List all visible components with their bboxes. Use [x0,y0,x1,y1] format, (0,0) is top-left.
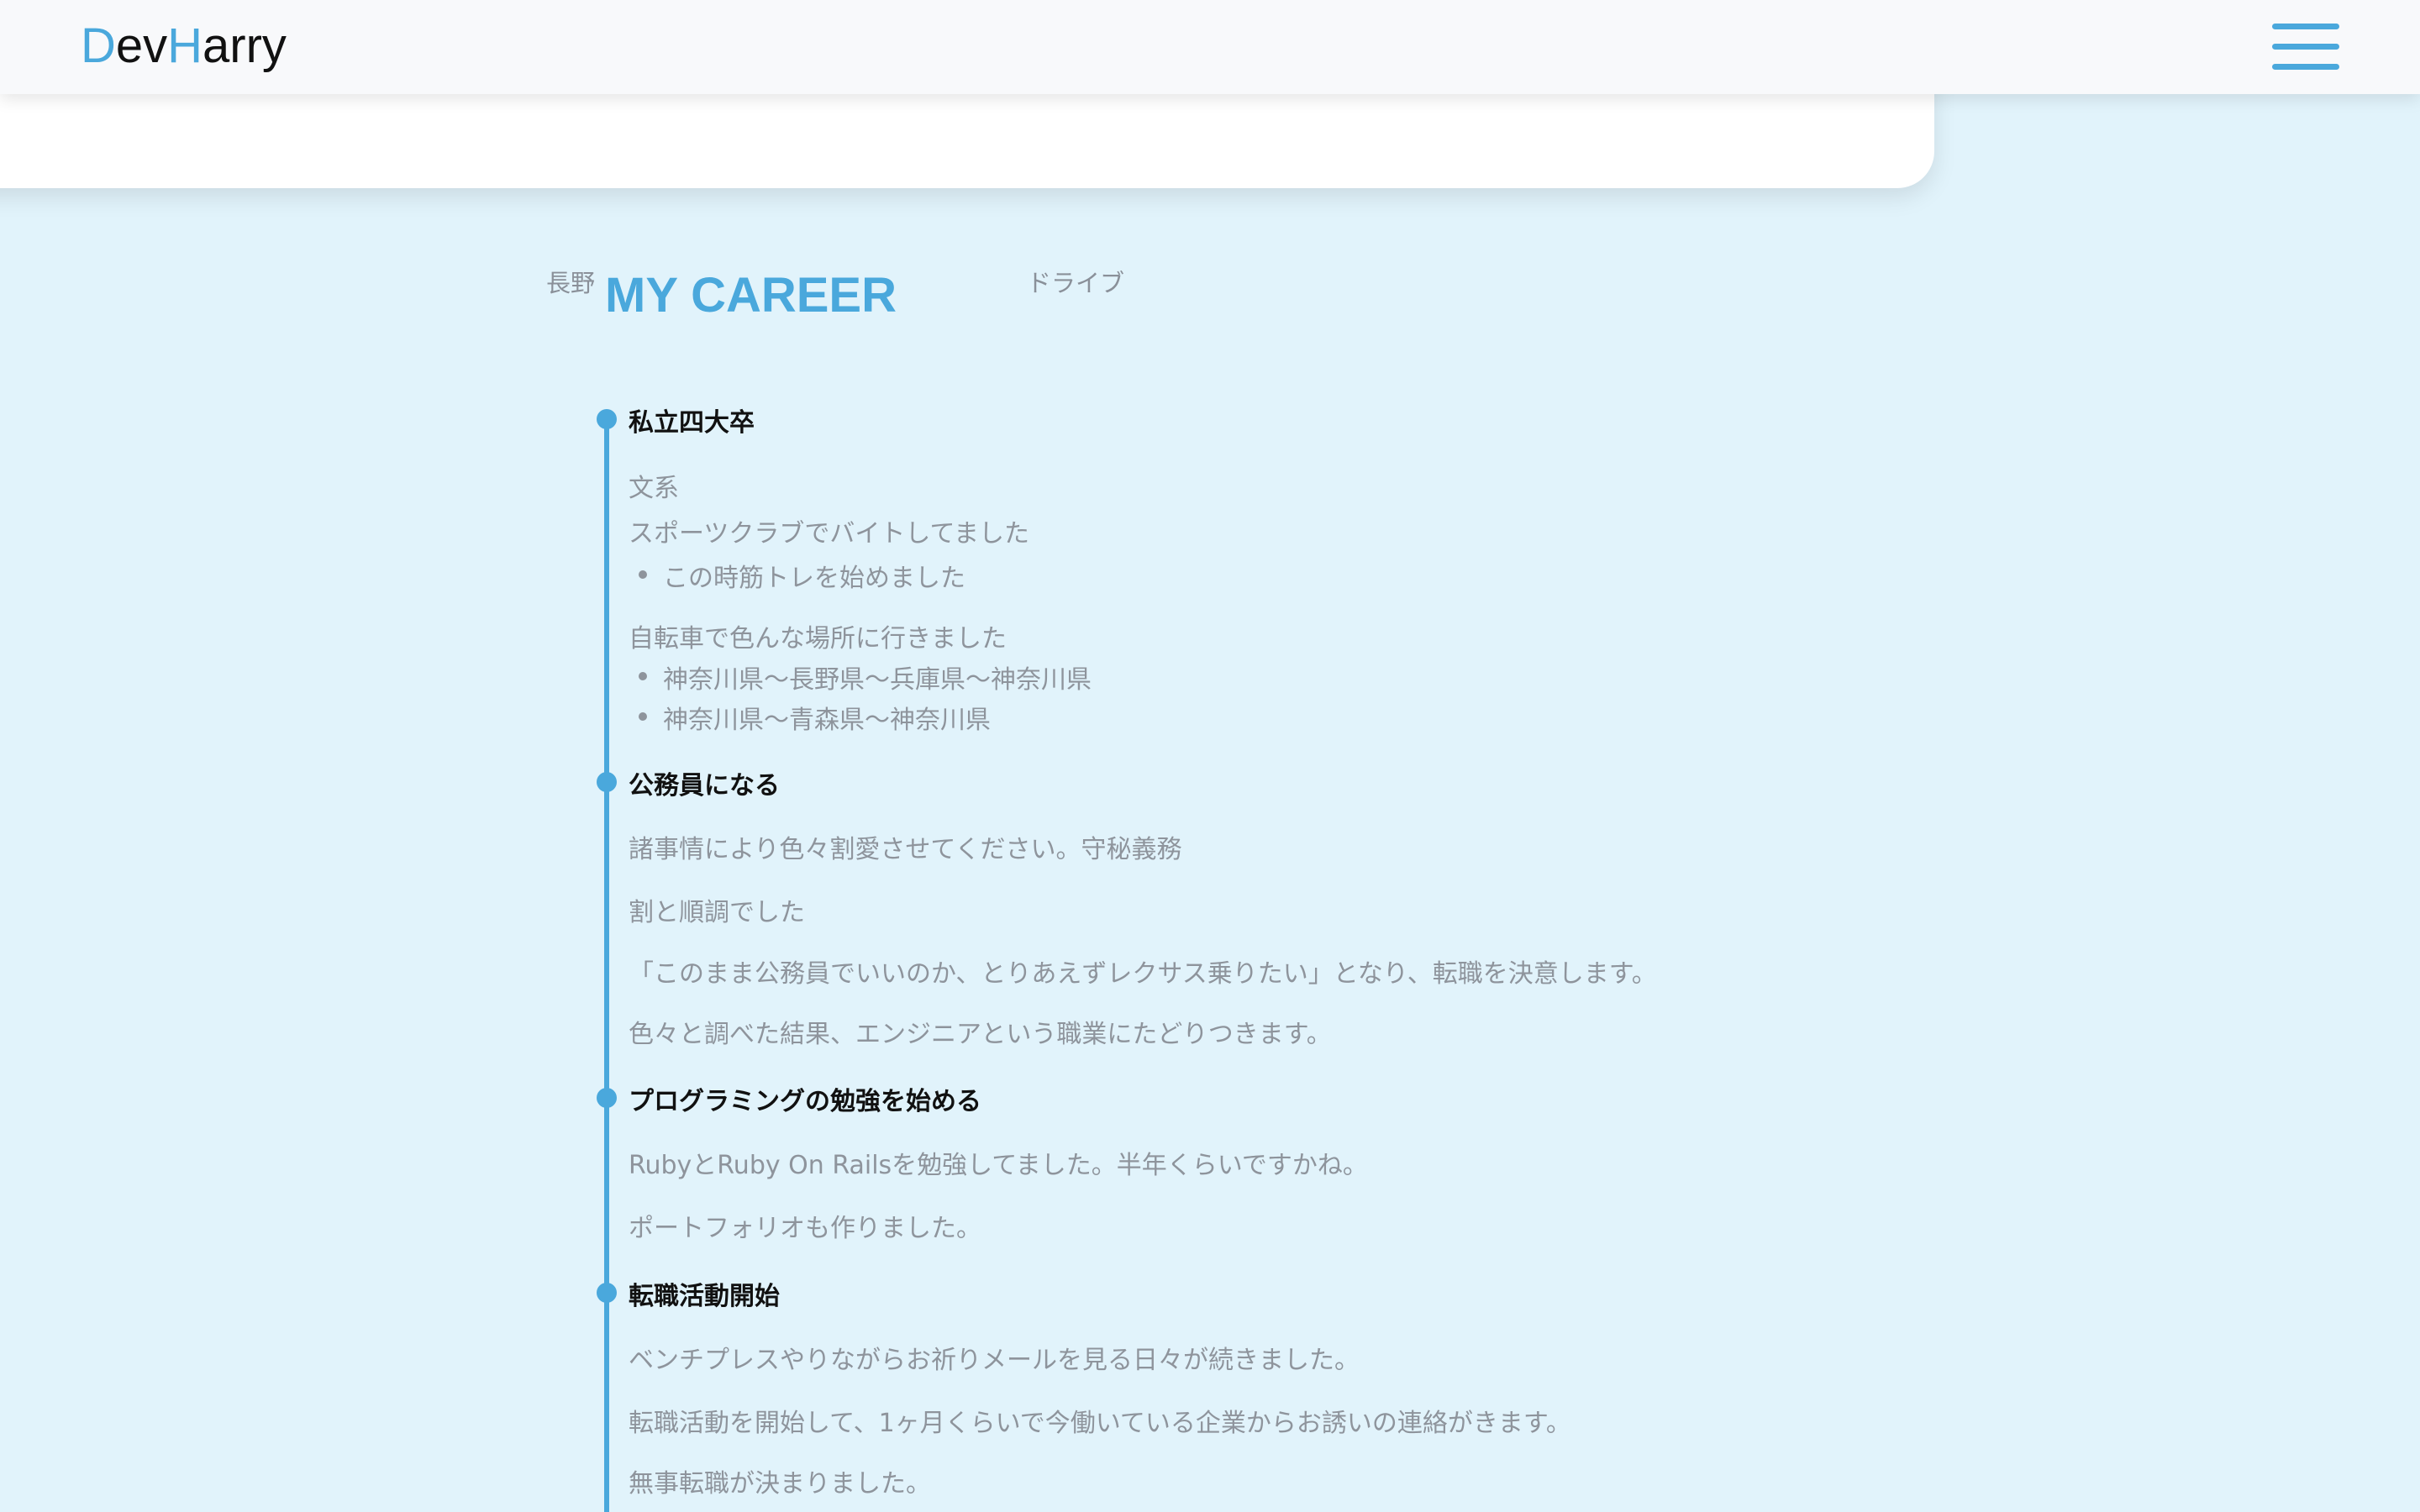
timeline-dot [597,1283,617,1303]
logo-part-ev: ev [115,18,168,73]
timeline-bullet: 神奈川県〜長野県〜兵庫県〜神奈川県 [663,665,1092,695]
timeline-heading: プログラミングの勉強を始める [629,1087,981,1116]
hamburger-bar [2272,64,2339,70]
timeline-bullet: 神奈川県〜青森県〜神奈川県 [663,706,991,735]
career-section-title: MY CAREER [605,268,897,323]
timeline-bullet: この時筋トレを始めました [663,564,965,593]
timeline-text: 自転車で色んな場所に行きました [629,624,1007,654]
timeline-text: スポーツクラブでバイトしてました [629,519,1029,549]
timeline-heading: 公務員になる [629,771,780,801]
timeline-text: 「このまま公務員でいいのか、とりあえずレクサス乗りたい」となり、転職を決意します… [629,959,1657,989]
timeline-heading: 私立四大卒 [629,408,755,438]
bullet-dot [639,672,647,680]
hamburger-bar [2272,44,2339,50]
timeline-dot [597,409,617,429]
bullet-dot [639,570,647,579]
timeline-text: RubyとRuby On Railsを勉強してました。半年くらいですかね。 [629,1151,1368,1180]
timeline-text: 転職活動を開始して、1ヶ月くらいで今働いている企業からお誘いの連絡がきます。 [629,1409,1571,1438]
logo-letter-d: D [81,18,116,73]
timeline-line [604,418,609,1512]
timeline-text: 文系 [629,474,679,503]
site-logo[interactable]: DevHarry [81,17,287,76]
top-nav-bar: DevHarry [0,0,2420,94]
timeline-text: 色々と調べた結果、エンジニアという職業にたどりつきます。 [629,1020,1332,1049]
timeline-text: ポートフォリオも作りました。 [629,1214,981,1243]
timeline-dot [597,772,617,792]
hamburger-menu-icon[interactable] [2272,22,2339,72]
timeline-text: 諸事情により色々割愛させてください。守秘義務 [629,835,1182,864]
logo-part-arry: arry [203,18,287,73]
hamburger-bar [2272,24,2339,29]
timeline-text: ベンチプレスやりながらお祈りメールを見る日々が続きました。 [629,1346,1360,1375]
timeline-text: 無事転職が決まりました。 [629,1469,931,1499]
timeline-dot [597,1088,617,1108]
profile-hobby-value: ドライブ [1027,269,1125,297]
profile-hometown-value: 長野 [546,269,596,297]
logo-letter-h: H [167,18,203,73]
page: DevHarry 長野 ドライブ MY CAREER 私立四大卒 文系 スポーツ… [0,0,2420,1512]
timeline-heading: 転職活動開始 [629,1282,780,1311]
timeline-text: 割と順調でした [629,898,805,927]
bullet-dot [639,712,647,721]
